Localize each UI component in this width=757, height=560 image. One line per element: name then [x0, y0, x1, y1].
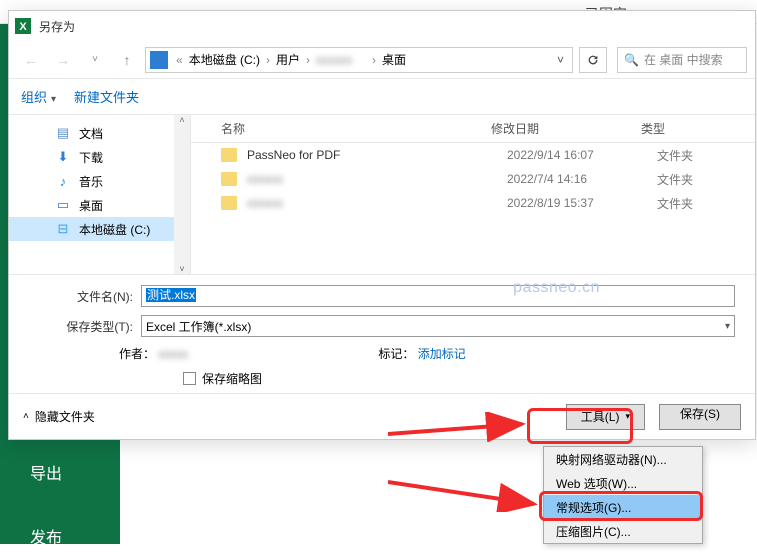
nav-back-button[interactable]: ←: [17, 46, 45, 74]
save-thumbnail-checkbox[interactable]: [183, 372, 196, 385]
download-icon: ⬇: [55, 149, 71, 165]
sidebar-item-music[interactable]: ♪音乐: [9, 169, 190, 193]
filename-input[interactable]: 测试.xlsx: [141, 285, 735, 307]
chevron-right-icon: «: [172, 53, 187, 67]
drive-icon: ⊟: [55, 221, 71, 237]
author-value[interactable]: xxxxx: [158, 347, 188, 361]
form-area: passneo.cn 文件名(N): 测试.xlsx 保存类型(T): Exce…: [9, 274, 755, 393]
document-icon: ▤: [55, 125, 71, 141]
sidebar-item-drive-c[interactable]: ⊟本地磁盘 (C:): [9, 217, 190, 241]
music-icon: ♪: [55, 173, 71, 189]
column-headers: 名称 修改日期 类型: [191, 115, 755, 143]
menu-map-drive[interactable]: 映射网络驱动器(N)...: [544, 447, 702, 471]
col-date[interactable]: 修改日期: [491, 120, 641, 137]
organize-button[interactable]: 组织▾: [21, 87, 56, 106]
nav-sidebar: ▤文档 ⬇下载 ♪音乐 ▭桌面 ⊟本地磁盘 (C:) ˄˅: [9, 115, 191, 274]
tools-button[interactable]: 工具(L) ▾: [566, 404, 645, 430]
sidebar-item-downloads[interactable]: ⬇下载: [9, 145, 190, 169]
save-button[interactable]: 保存(S): [659, 404, 741, 430]
filetype-combo[interactable]: Excel 工作簿(*.xlsx) ▾: [141, 315, 735, 337]
save-thumbnail-label: 保存缩略图: [202, 370, 262, 387]
dialog-footer: ˄ 隐藏文件夹 工具(L) ▾ 保存(S): [9, 393, 755, 439]
tags-add-link[interactable]: 添加标记: [418, 347, 466, 361]
bc-part-users[interactable]: 用户: [276, 51, 300, 68]
new-folder-button[interactable]: 新建文件夹: [74, 87, 139, 106]
toolbar: 组织▾ 新建文件夹: [9, 79, 755, 115]
desktop-icon: ▭: [55, 197, 71, 213]
chevron-right-icon: ›: [262, 53, 274, 67]
caret-down-icon: ▾: [625, 411, 630, 422]
svg-text:X: X: [19, 21, 27, 33]
chevron-right-icon: ›: [302, 53, 314, 67]
refresh-button[interactable]: [579, 47, 607, 73]
caret-down-icon: ▾: [725, 321, 730, 332]
sidebar-scrollbar[interactable]: ˄˅: [174, 115, 190, 274]
sidebar-item-desktop[interactable]: ▭桌面: [9, 193, 190, 217]
search-icon: 🔍: [624, 53, 639, 67]
sidebar-item-documents[interactable]: ▤文档: [9, 121, 190, 145]
menu-web-options[interactable]: Web 选项(W)...: [544, 471, 702, 495]
chevron-up-icon: ˄: [23, 411, 29, 422]
folder-icon: [221, 172, 237, 186]
filename-label: 文件名(N):: [29, 288, 141, 305]
save-as-dialog: X 另存为 ← → ˅ ↑ « 本地磁盘 (C:) › 用户 › xxxxxx …: [8, 10, 756, 440]
chevron-right-icon: ›: [368, 53, 380, 67]
menu-general-options[interactable]: 常规选项(G)...: [544, 495, 702, 519]
table-row[interactable]: xxxxxx 2022/8/19 15:37 文件夹: [191, 191, 755, 215]
tools-dropdown-menu: 映射网络驱动器(N)... Web 选项(W)... 常规选项(G)... 压缩…: [543, 446, 703, 544]
folder-icon: [221, 148, 237, 162]
caret-down-icon: ▾: [51, 94, 56, 105]
bc-part-user[interactable]: xxxxxx: [316, 53, 366, 67]
dialog-title: 另存为: [39, 18, 75, 35]
filetype-label: 保存类型(T):: [29, 318, 141, 335]
search-input[interactable]: 🔍 在 桌面 中搜索: [617, 47, 747, 73]
file-list-pane: 名称 修改日期 类型 PassNeo for PDF 2022/9/14 16:…: [191, 115, 755, 274]
address-breadcrumb[interactable]: « 本地磁盘 (C:) › 用户 › xxxxxx › 桌面 ˅: [145, 47, 573, 73]
search-placeholder: 在 桌面 中搜索: [644, 51, 723, 68]
drive-icon: [150, 51, 168, 69]
nav-up-button[interactable]: ↑: [113, 46, 141, 74]
author-label: 作者：: [119, 347, 155, 361]
nav-recent-caret[interactable]: ˅: [81, 46, 109, 74]
dialog-body: ▤文档 ⬇下载 ♪音乐 ▭桌面 ⊟本地磁盘 (C:) ˄˅ 名称 修改日期 类型…: [9, 115, 755, 274]
table-row[interactable]: PassNeo for PDF 2022/9/14 16:07 文件夹: [191, 143, 755, 167]
annotation-arrow-2: [388, 472, 543, 512]
title-bar: X 另存为: [9, 11, 755, 41]
hide-folders-toggle[interactable]: ˄ 隐藏文件夹: [23, 408, 95, 425]
breadcrumb-dropdown-icon[interactable]: ˅: [553, 53, 568, 67]
nav-forward-button[interactable]: →: [49, 46, 77, 74]
col-type[interactable]: 类型: [641, 120, 755, 137]
scroll-down-icon: ˅: [179, 264, 184, 274]
table-row[interactable]: xxxxxx 2022/7/4 14:16 文件夹: [191, 167, 755, 191]
excel-icon: X: [15, 18, 31, 34]
bc-part-drive[interactable]: 本地磁盘 (C:): [189, 51, 260, 68]
file-rows: PassNeo for PDF 2022/9/14 16:07 文件夹 xxxx…: [191, 143, 755, 274]
tags-label: 标记：: [378, 347, 414, 361]
nav-export[interactable]: 导出: [0, 448, 120, 496]
col-name[interactable]: 名称: [221, 120, 491, 137]
menu-compress-pictures[interactable]: 压缩图片(C)...: [544, 519, 702, 543]
nav-row: ← → ˅ ↑ « 本地磁盘 (C:) › 用户 › xxxxxx › 桌面 ˅…: [9, 41, 755, 79]
scroll-up-icon: ˄: [179, 115, 184, 125]
folder-icon: [221, 196, 237, 210]
bc-part-desktop[interactable]: 桌面: [382, 51, 406, 68]
refresh-icon: [586, 53, 600, 67]
nav-publish[interactable]: 发布: [0, 512, 120, 560]
